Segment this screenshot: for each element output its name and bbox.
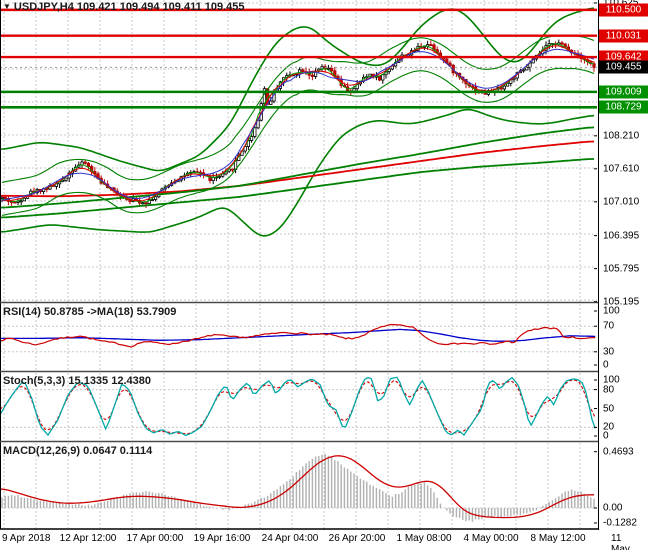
candle-body [560, 42, 564, 45]
time-tick-label: 17 Apr 00:00 [126, 533, 184, 544]
time-tick-label: 19 Apr 16:00 [193, 533, 251, 544]
candle-body [310, 74, 315, 77]
price-tick-label: 108.210 [603, 130, 640, 142]
candle-body [22, 197, 27, 202]
macd-indicator-label: MACD(12,26,9) 0.0647 0.1114 [3, 445, 153, 457]
rsi-main-line [0, 323, 596, 348]
candle [310, 72, 315, 81]
candle-body [150, 199, 154, 201]
stoch-tick-label: 50 [603, 403, 615, 414]
stochastic-indicator-label: Stoch(5,3,3) 15.1335 12.4380 [3, 375, 151, 387]
candle-body [13, 201, 17, 204]
price-tick-label: 107.010 [603, 196, 640, 208]
chart-title: ▼ USDJPY,H4 109.421 109.494 109.411 109.4… [3, 1, 245, 13]
price-level-badge: 108.729 [599, 100, 648, 114]
stoch-tick-label: 0 [603, 430, 609, 442]
candle [307, 68, 311, 80]
candle [592, 61, 596, 72]
candle-body [64, 177, 68, 181]
candle-body [134, 198, 138, 201]
candle-body [3, 196, 7, 199]
candle-body [19, 200, 23, 203]
trading-chart-window: ▼ USDJPY,H4 109.421 109.494 109.411 109.4… [0, 0, 650, 550]
candle [77, 161, 81, 168]
rsi-tick-label: 30 [603, 346, 615, 358]
candle [211, 173, 215, 185]
price-tick-label: 107.610 [603, 163, 640, 175]
candle-body [269, 100, 273, 105]
rsi-tick-label: 100 [603, 305, 620, 317]
pane-splitter[interactable] [0, 371, 650, 374]
candle-body [301, 69, 305, 73]
price-level-badge: 109.009 [599, 85, 648, 99]
candle-body [0, 196, 4, 199]
candle-body [153, 196, 158, 200]
candle-body [141, 202, 145, 205]
candle-body [329, 67, 334, 72]
price-level-badge: 110.031 [599, 29, 648, 43]
price-tick-label: 106.395 [603, 230, 640, 242]
candle-body [83, 161, 87, 164]
candle-body [448, 62, 452, 66]
pane-splitter[interactable] [0, 441, 650, 444]
candle-body [502, 85, 507, 90]
price-tick-label: 105.795 [603, 263, 640, 275]
time-axis[interactable]: 9 Apr 2018 12 Apr 12:00 17 Apr 00:00 19 Apr… [0, 530, 650, 550]
time-tick-label: 26 Apr 20:00 [328, 533, 386, 544]
candle [70, 167, 74, 178]
time-tick-label: 8 May 12:00 [530, 533, 586, 544]
candle-body [429, 44, 433, 47]
current-price-badge: 109.455 [599, 60, 648, 74]
candle [64, 177, 68, 182]
stoch-tick-label: 80 [603, 384, 615, 396]
rsi-tick-label: 70 [603, 320, 615, 332]
pane-splitter[interactable] [0, 302, 650, 305]
macd-histogram [1, 453, 595, 522]
rsi-tick-label: 0 [603, 359, 609, 371]
candle-body [326, 67, 331, 70]
ohlc-values: 109.421 109.494 109.411 109.455 [76, 1, 245, 13]
price-level-badge: 110.500 [599, 3, 648, 17]
macd-tick-label: 0.4693 [603, 446, 634, 458]
time-tick-label: 1 May 08:00 [396, 533, 452, 544]
candle-body [381, 74, 385, 81]
candle [313, 68, 318, 79]
bollinger-outer-lower-band [0, 108, 595, 237]
macd-tick-label: -0.1282 [603, 517, 637, 529]
time-tick-label: 4 May 00:00 [463, 533, 519, 544]
candlesticks [0, 39, 596, 209]
candle-body [144, 202, 148, 205]
chart-canvas[interactable] [0, 0, 650, 550]
time-tick-label: 12 Apr 12:00 [59, 533, 117, 544]
candle [554, 41, 558, 49]
candle-body [230, 168, 234, 171]
macd-tick-label: 0.00 [603, 502, 623, 514]
candle [201, 169, 206, 179]
rsi-indicator-label: RSI(14) 50.8785 ->MA(18) 53.7909 [3, 306, 177, 318]
time-tick-label: 24 Apr 04:00 [261, 533, 319, 544]
bollinger-inner-lower-band [1, 67, 595, 216]
symbol-dropdown-icon[interactable]: ▼ [3, 2, 11, 11]
candle-body [217, 175, 222, 178]
time-tick-label: 9 Apr 2018 [2, 533, 51, 544]
price-axis[interactable]: 110.625108.210107.610107.010106.395105.7… [598, 0, 650, 550]
time-tick-label: 11 May 04:00 [611, 533, 630, 550]
stoch-signal-line [0, 379, 596, 435]
candle-body [86, 162, 90, 167]
symbol-timeframe-label: USDJPY,H4 [13, 1, 74, 13]
candle-body [249, 136, 254, 141]
candle [429, 40, 433, 47]
